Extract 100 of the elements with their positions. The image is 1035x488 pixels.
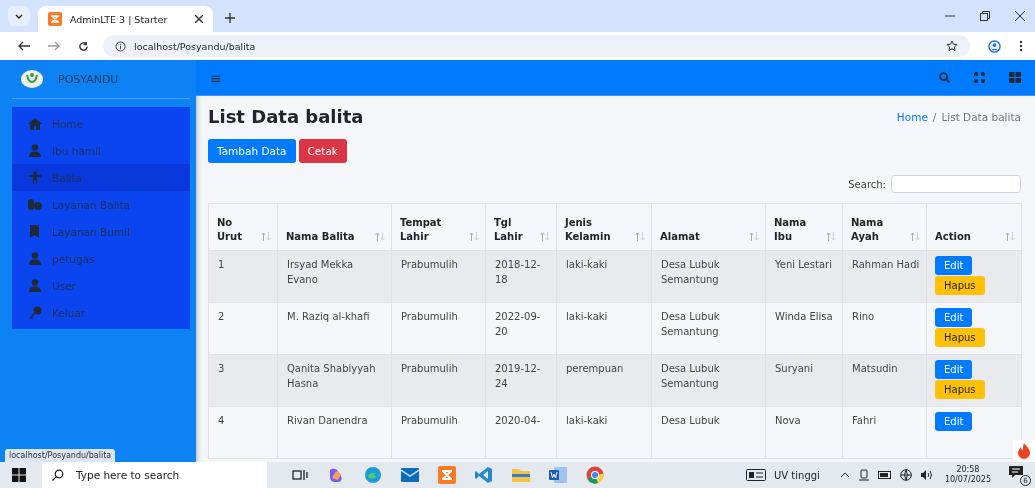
table-cell: Yeni Lestari (765, 250, 843, 303)
sort-icon (1005, 232, 1015, 241)
table-cell: 2 (208, 302, 278, 355)
column-header[interactable]: No Urut (208, 203, 278, 251)
table-cell: Matsudin (842, 354, 927, 407)
column-header[interactable]: Alamat (651, 203, 766, 251)
table-cell: laki-kaki (556, 302, 652, 355)
edit-button[interactable]: Edit (935, 256, 973, 275)
battery-icon[interactable] (877, 471, 892, 479)
column-header[interactable]: Tempat Lahir (391, 203, 486, 251)
more-icon[interactable] (1019, 40, 1023, 52)
user-icon (28, 252, 42, 265)
edit-button[interactable]: Edit (935, 308, 973, 327)
table-cell: Fahri (842, 406, 927, 459)
xampp-icon[interactable] (438, 466, 456, 484)
table-cell: M. Raziq al-khafi (277, 302, 392, 355)
chrome-icon[interactable] (586, 466, 604, 484)
child-icon (28, 171, 42, 184)
task-view-icon[interactable] (292, 468, 308, 482)
table-cell: Desa Lubuk Semantung (651, 354, 766, 407)
table-cell: Winda Elisa (765, 302, 843, 355)
tab-list-button[interactable] (8, 6, 30, 26)
chevron-icon[interactable] (839, 472, 850, 478)
key-icon (28, 306, 42, 319)
table-cell: Nova (765, 406, 843, 459)
sort-icon (261, 232, 271, 241)
breadcrumb-separator: / (932, 110, 937, 123)
table-cell: 1 (208, 250, 278, 303)
table-cell: Prabumulih (391, 302, 486, 355)
delete-button[interactable]: Hapus (935, 328, 985, 347)
close-icon[interactable] (195, 15, 203, 23)
code-editor-icon[interactable] (475, 466, 493, 484)
star-icon[interactable] (946, 40, 958, 52)
new-tab-icon[interactable] (225, 13, 235, 23)
edit-button[interactable]: Edit (935, 360, 973, 379)
table-cell: 2020-04- (485, 406, 557, 459)
book-icon (28, 225, 42, 238)
table-cell: Rahman Hadi (842, 250, 927, 303)
table-cell: Desa Lubuk Semantung (651, 250, 766, 303)
volume-icon[interactable] (919, 469, 933, 481)
column-header[interactable]: Nama Ibu (765, 203, 843, 251)
table-cell: laki-kaki (556, 250, 652, 303)
add-button[interactable]: Tambah Data (208, 139, 296, 163)
print-button[interactable]: Cetak (298, 139, 347, 163)
user-icon (28, 144, 42, 157)
pills-icon (28, 198, 42, 211)
search-icon[interactable] (939, 72, 950, 83)
address-field[interactable]: localhost/Posyandu/balita (103, 35, 970, 57)
table-cell: Irsyad Mekka Evano (277, 250, 392, 303)
table-cell: Qanita Shabiyyah Hasna (277, 354, 392, 407)
copilot-icon[interactable] (327, 466, 345, 484)
clock-date: 10/07/2025 (944, 475, 991, 485)
grid-icon[interactable] (1009, 72, 1021, 83)
edit-button[interactable]: Edit (935, 412, 973, 431)
delete-button[interactable]: Hapus (935, 276, 985, 295)
sort-icon (910, 232, 920, 241)
table-cell: Desa Lubuk (651, 406, 766, 459)
search-field[interactable] (891, 175, 1021, 193)
browser-tab[interactable]: AdminLTE 3 | Starter (38, 6, 213, 32)
fullscreen-icon[interactable] (974, 72, 985, 83)
table-cell: 4 (208, 406, 278, 459)
sort-icon (749, 232, 759, 241)
xampp-icon (48, 12, 62, 26)
column-header[interactable]: Nama Balita (277, 203, 392, 251)
table-cell: 2022-09-20 (485, 302, 557, 355)
close-icon[interactable] (1015, 11, 1025, 21)
forward-icon[interactable] (48, 41, 60, 51)
chevron-icon (15, 13, 23, 19)
profile-icon[interactable] (988, 39, 1001, 53)
column-header[interactable]: Tgl Lahir (485, 203, 557, 251)
device-icon[interactable] (857, 469, 870, 481)
table-cell: Prabumulih (391, 406, 486, 459)
table-cell: Prabumulih (391, 250, 486, 303)
reload-icon[interactable] (78, 40, 89, 52)
flame-icon[interactable] (1013, 440, 1035, 462)
search-icon (52, 469, 64, 481)
globe-icon[interactable] (899, 469, 912, 481)
column-header[interactable]: Nama Ayah (842, 203, 927, 251)
folder-icon[interactable] (512, 468, 530, 482)
clock-time: 20:58 (956, 465, 980, 475)
mail-icon[interactable] (401, 468, 419, 482)
breadcrumb-current: List Data balita (941, 110, 1021, 123)
table-cell: 2019-12-24 (485, 354, 557, 407)
windows-icon[interactable] (12, 468, 26, 482)
menu-toggle[interactable]: ≡ (210, 69, 222, 86)
table-cell: 2018-12-18 (485, 250, 557, 303)
breadcrumb-link[interactable]: Home (896, 110, 928, 123)
word-icon[interactable] (549, 467, 567, 483)
column-header[interactable]: Action (926, 203, 1022, 251)
taskbar-search-field[interactable]: Type here to search (42, 462, 267, 488)
column-header[interactable]: Jenis Kelamin (556, 203, 652, 251)
sort-icon (635, 232, 645, 241)
notification-icon[interactable] (1009, 466, 1023, 478)
edge-icon[interactable] (364, 466, 382, 484)
table-cell: Desa Lubuk Semantung (651, 302, 766, 355)
restore-icon[interactable] (980, 11, 990, 21)
back-icon[interactable] (18, 41, 30, 51)
delete-button[interactable]: Hapus (935, 380, 985, 399)
status-url: localhost/Posyandu/balita (5, 449, 116, 462)
user-icon (28, 279, 42, 292)
